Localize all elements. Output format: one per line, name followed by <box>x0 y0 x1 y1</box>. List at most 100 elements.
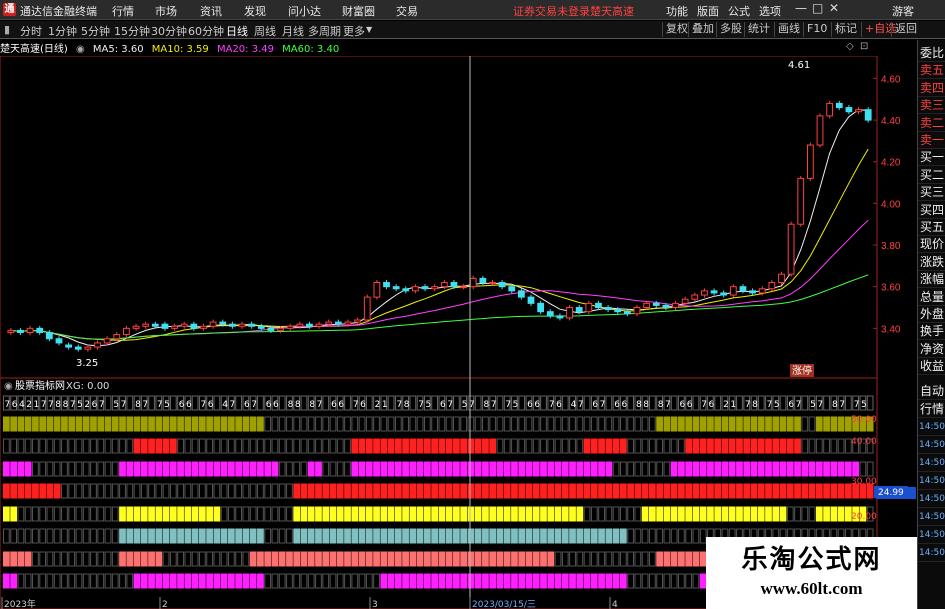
side-item[interactable]: 卖四 <box>918 81 945 97</box>
adjust-button[interactable]: 复权 <box>662 22 691 37</box>
signal-cell <box>525 551 533 567</box>
login-status[interactable]: 证券交易未登录 <box>513 3 590 19</box>
candlestick-chart[interactable]: 4.60 4.40 4.20 4.00 3.80 3.60 3.40 4.61 3.25 涨停 <box>0 56 917 378</box>
side-item[interactable]: 卖二 <box>918 116 945 132</box>
ma-legend: 楚天高速(日线) ◉ MA5: 3.60 MA10: 3.59 MA20: 3.… <box>0 40 344 56</box>
signal-cell <box>801 483 809 499</box>
stats-button[interactable]: 统计 <box>744 22 773 37</box>
signal-cell <box>496 528 504 544</box>
tf-intraday[interactable]: 分时 <box>20 23 42 39</box>
signal-cell <box>482 528 489 544</box>
side-item-time[interactable]: 14:50 <box>918 438 945 454</box>
menu-functions[interactable]: 功能 <box>666 3 688 19</box>
menu-quotes[interactable]: 行情 <box>112 3 134 19</box>
f10-button[interactable]: F10 <box>803 22 830 37</box>
side-item[interactable]: 买四 <box>918 203 945 219</box>
signal-cell <box>39 416 47 432</box>
signal-cell <box>394 528 402 544</box>
digit-label: 6 <box>92 400 98 410</box>
mark-button[interactable]: 标记 <box>831 22 860 37</box>
signal-cell <box>387 551 395 567</box>
signal-cell <box>315 483 322 499</box>
side-item[interactable]: 卖三 <box>918 98 945 115</box>
chevron-down-icon[interactable]: ▼ <box>366 25 372 34</box>
tf-multi[interactable]: 多周期 <box>308 23 341 39</box>
side-item[interactable]: 收益 <box>918 359 945 376</box>
stock-title: 楚天高速 <box>590 5 634 18</box>
side-item-time[interactable]: 14:50 <box>918 510 945 526</box>
menu-news[interactable]: 资讯 <box>200 3 222 19</box>
menu-wealth[interactable]: 财富圈 <box>342 3 375 19</box>
tf-more[interactable]: 更多 <box>343 23 365 39</box>
signal-cell <box>220 573 228 589</box>
tf-60min[interactable]: 60分钟 <box>188 23 224 39</box>
signal-cell <box>482 438 489 454</box>
side-item[interactable]: 净资 <box>918 342 945 358</box>
side-item[interactable]: 卖五 <box>918 63 945 80</box>
side-item[interactable]: 卖一 <box>918 133 945 149</box>
side-item-time[interactable]: 14:50 <box>918 474 945 490</box>
signal-cell <box>743 506 751 522</box>
signal-cell <box>191 416 199 432</box>
signal-cell <box>322 551 330 567</box>
tf-1min[interactable]: 1分钟 <box>48 23 77 39</box>
side-item[interactable]: 买三 <box>918 185 945 202</box>
back-button[interactable]: 返回 <box>891 22 920 37</box>
tf-15min[interactable]: 15分钟 <box>114 23 150 39</box>
side-item[interactable]: 涨幅 <box>918 272 945 289</box>
candle <box>585 302 593 313</box>
side-item-time[interactable]: 14:50 <box>918 546 945 562</box>
signal-cell <box>837 483 845 499</box>
pin-icon[interactable]: ◇ <box>846 41 854 52</box>
menu-discover[interactable]: 发现 <box>244 3 266 19</box>
signal-cell <box>467 483 475 499</box>
maximize-icon[interactable]: □ <box>812 1 823 15</box>
multi-stock-button[interactable]: 多股 <box>716 22 745 37</box>
side-item-time[interactable]: 14:50 <box>918 528 945 544</box>
expand-icon[interactable]: ⊡ <box>860 41 868 52</box>
signal-cell <box>155 438 163 454</box>
menu-layout[interactable]: 版面 <box>697 3 719 19</box>
side-item[interactable]: 买二 <box>918 168 945 184</box>
side-item-time[interactable]: 自动 <box>918 384 945 400</box>
side-item[interactable]: 买五 <box>918 220 945 236</box>
side-item[interactable]: 外盘 <box>918 307 945 323</box>
timeframe-bar: ▮ 分时 1分钟 5分钟 15分钟 30分钟 60分钟 日线 周线 月线 多周期… <box>0 21 945 39</box>
signal-cell <box>467 573 475 589</box>
side-item-time[interactable]: 14:50 <box>918 492 945 508</box>
menu-market[interactable]: 市场 <box>155 3 177 19</box>
candle <box>151 323 159 327</box>
candle <box>701 290 708 296</box>
settings-icon[interactable]: ◉ <box>76 44 85 55</box>
tf-weekly[interactable]: 周线 <box>254 23 276 39</box>
side-item[interactable]: 涨跌 <box>918 255 945 271</box>
side-item-time[interactable]: 行情 <box>918 402 945 418</box>
signal-cell <box>482 483 489 499</box>
draw-button[interactable]: 画线 <box>774 22 803 37</box>
tf-daily[interactable]: 日线 <box>226 23 248 39</box>
candle <box>55 338 63 344</box>
side-item-time[interactable]: 14:50 <box>918 420 945 436</box>
menu-formula[interactable]: 公式 <box>728 3 750 19</box>
menu-trade[interactable]: 交易 <box>396 3 418 19</box>
signal-cell <box>474 506 482 522</box>
digit-label: 6 <box>360 400 366 410</box>
menu-ask[interactable]: 问小达 <box>288 3 321 19</box>
tf-monthly[interactable]: 月线 <box>282 23 304 39</box>
side-item[interactable]: 委比 <box>918 46 945 62</box>
digit-label: 6 <box>266 400 272 410</box>
tf-30min[interactable]: 30分钟 <box>151 23 187 39</box>
side-item[interactable]: 总量 <box>918 290 945 306</box>
signal-cell <box>198 506 206 522</box>
minimize-icon[interactable]: — <box>795 1 807 15</box>
close-icon[interactable]: ✕ <box>829 1 839 15</box>
side-item[interactable]: 换手 <box>918 324 945 341</box>
overlay-button[interactable]: 叠加 <box>688 22 717 37</box>
side-item-time[interactable]: 14:50 <box>918 456 945 472</box>
side-item[interactable]: 买一 <box>918 150 945 167</box>
menu-options[interactable]: 选项 <box>759 3 781 19</box>
guest-label[interactable]: 游客 <box>892 3 914 19</box>
signal-cell <box>503 551 511 567</box>
tf-5min[interactable]: 5分钟 <box>81 23 110 39</box>
side-item[interactable]: 现价 <box>918 237 945 254</box>
